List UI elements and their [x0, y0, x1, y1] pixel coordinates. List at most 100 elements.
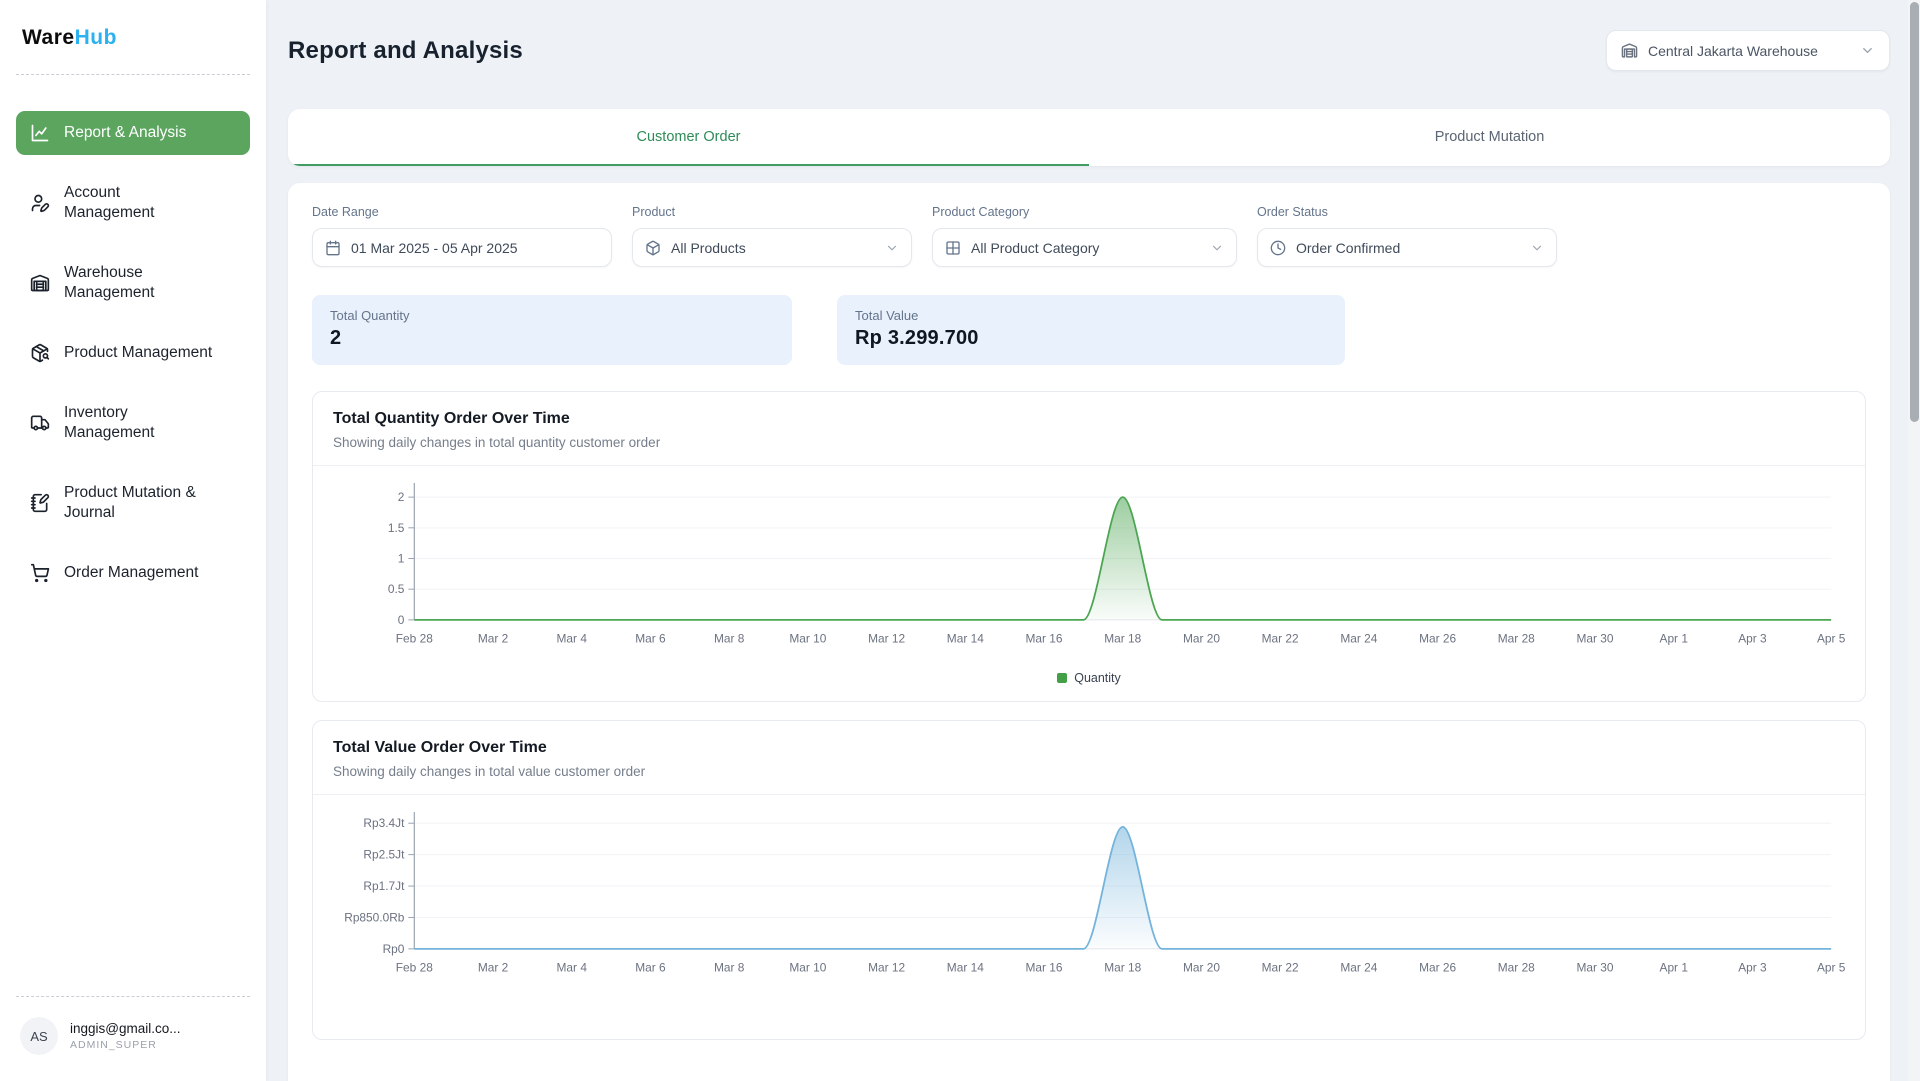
calendar-icon: [325, 240, 341, 256]
chart-subtitle: Showing daily changes in total value cus…: [333, 764, 1845, 779]
logo-ware: Ware: [22, 26, 75, 49]
page-header: Report and Analysis Central Jakarta Ware…: [288, 30, 1890, 71]
warehouse-icon: [30, 273, 50, 293]
svg-text:Mar 4: Mar 4: [557, 960, 588, 974]
chevron-down-icon: [1860, 43, 1875, 58]
sidebar: WareHub Report & Analysis Account Manage…: [0, 0, 266, 1081]
svg-text:Apr 5: Apr 5: [1817, 960, 1846, 974]
sidebar-item-label: Order Management: [64, 563, 198, 583]
sidebar-item-warehouse-management[interactable]: Warehouse Management: [16, 251, 250, 315]
chart-plot-area: Rp0Rp850.0RbRp1.7JtRp2.5JtRp3.4JtFeb 28M…: [313, 795, 1865, 986]
chart-subtitle: Showing daily changes in total quantity …: [333, 435, 1845, 450]
user-profile[interactable]: AS inggis@gmail.co... ADMIN_SUPER: [16, 997, 250, 1063]
chart-header: Total Value Order Over Time Showing dail…: [313, 721, 1865, 795]
main-content: Report and Analysis Central Jakarta Ware…: [266, 0, 1920, 1081]
product-select[interactable]: All Products: [632, 228, 912, 267]
sidebar-item-label: Report & Analysis: [64, 123, 186, 143]
svg-text:Mar 18: Mar 18: [1104, 960, 1141, 974]
svg-text:Mar 12: Mar 12: [868, 632, 905, 646]
chevron-down-icon: [1530, 241, 1544, 255]
sidebar-item-order-management[interactable]: Order Management: [16, 551, 250, 595]
svg-text:Rp2.5Jt: Rp2.5Jt: [363, 847, 405, 861]
package-icon: [645, 240, 661, 256]
svg-text:Mar 20: Mar 20: [1183, 960, 1220, 974]
svg-text:Mar 8: Mar 8: [714, 960, 745, 974]
stats-row: Total Quantity 2 Total Value Rp 3.299.70…: [312, 295, 1866, 365]
svg-text:Apr 1: Apr 1: [1660, 960, 1689, 974]
scrollbar-thumb[interactable]: [1910, 2, 1919, 422]
chart-plot-area: 00.511.52Feb 28Mar 2Mar 4Mar 6Mar 8Mar 1…: [313, 466, 1865, 657]
sidebar-item-label: Product Mutation & Journal: [64, 483, 196, 523]
svg-text:1.5: 1.5: [388, 521, 405, 535]
grid-icon: [945, 240, 961, 256]
svg-text:0.5: 0.5: [388, 582, 405, 596]
chart-title: Total Value Order Over Time: [333, 739, 1845, 757]
tab-customer-order[interactable]: Customer Order: [288, 109, 1089, 166]
user-role: ADMIN_SUPER: [70, 1039, 181, 1051]
sidebar-item-account-management[interactable]: Account Management: [16, 171, 250, 235]
value-chart: Rp0Rp850.0RbRp1.7JtRp2.5JtRp3.4JtFeb 28M…: [319, 807, 1859, 986]
chevron-down-icon: [1210, 241, 1224, 255]
svg-text:Mar 4: Mar 4: [557, 632, 588, 646]
chart-header: Total Quantity Order Over Time Showing d…: [313, 392, 1865, 466]
user-pen-icon: [30, 193, 50, 213]
product-select-value: All Products: [671, 240, 875, 256]
svg-text:Mar 14: Mar 14: [947, 960, 984, 974]
stat-label: Total Quantity: [330, 308, 774, 323]
svg-text:Mar 6: Mar 6: [635, 632, 666, 646]
product-category-value: All Product Category: [971, 240, 1200, 256]
svg-text:Mar 22: Mar 22: [1262, 960, 1299, 974]
sidebar-item-product-mutation-journal[interactable]: Product Mutation & Journal: [16, 471, 250, 535]
svg-text:Mar 2: Mar 2: [478, 960, 509, 974]
sidebar-item-label: Product Management: [64, 343, 212, 363]
line-chart-icon: [30, 123, 50, 143]
page-title: Report and Analysis: [288, 37, 523, 65]
svg-text:Mar 28: Mar 28: [1498, 960, 1535, 974]
sidebar-item-inventory-management[interactable]: Inventory Management: [16, 391, 250, 455]
svg-text:Mar 16: Mar 16: [1026, 960, 1063, 974]
total-value-value: Rp 3.299.700: [855, 327, 1327, 350]
chart-legend: Quantity: [313, 657, 1865, 701]
sidebar-nav: Report & Analysis Account Management War…: [16, 111, 250, 595]
sidebar-top-divider: [16, 74, 250, 75]
order-status-select[interactable]: Order Confirmed: [1257, 228, 1557, 267]
svg-text:Rp1.7Jt: Rp1.7Jt: [363, 879, 405, 893]
svg-text:Mar 24: Mar 24: [1340, 632, 1377, 646]
tab-product-mutation[interactable]: Product Mutation: [1089, 109, 1890, 166]
report-panel: Date Range 01 Mar 2025 - 05 Apr 2025 Pro…: [288, 183, 1890, 1081]
product-category-select[interactable]: All Product Category: [932, 228, 1237, 267]
svg-text:Rp3.4Jt: Rp3.4Jt: [363, 816, 405, 830]
sidebar-item-label: Warehouse Management: [64, 263, 154, 303]
svg-text:Mar 6: Mar 6: [635, 960, 666, 974]
warehouse-selector[interactable]: Central Jakarta Warehouse: [1606, 30, 1890, 71]
svg-text:0: 0: [398, 613, 405, 627]
date-range-value: 01 Mar 2025 - 05 Apr 2025: [351, 240, 599, 256]
svg-text:Mar 10: Mar 10: [789, 960, 826, 974]
sidebar-footer: AS inggis@gmail.co... ADMIN_SUPER: [16, 972, 250, 1063]
svg-text:Mar 28: Mar 28: [1498, 632, 1535, 646]
legend-swatch-quantity: [1057, 673, 1067, 683]
chart-title: Total Quantity Order Over Time: [333, 410, 1845, 428]
svg-text:1: 1: [398, 551, 405, 565]
logo-hub: Hub: [75, 26, 117, 49]
svg-text:Mar 18: Mar 18: [1104, 632, 1141, 646]
date-range-input[interactable]: 01 Mar 2025 - 05 Apr 2025: [312, 228, 612, 267]
svg-text:Mar 30: Mar 30: [1577, 632, 1614, 646]
svg-text:Apr 3: Apr 3: [1738, 632, 1767, 646]
svg-text:Apr 5: Apr 5: [1817, 632, 1846, 646]
svg-text:Mar 30: Mar 30: [1577, 960, 1614, 974]
filter-order-status: Order Status Order Confirmed: [1257, 205, 1557, 267]
filter-label: Product: [632, 205, 912, 219]
svg-text:Mar 14: Mar 14: [947, 632, 984, 646]
svg-text:Mar 24: Mar 24: [1340, 960, 1377, 974]
legend-label-quantity: Quantity: [1074, 671, 1121, 685]
tabbar: Customer Order Product Mutation: [288, 109, 1890, 166]
user-email: inggis@gmail.co...: [70, 1021, 181, 1036]
filter-product: Product All Products: [632, 205, 912, 267]
svg-text:Feb 28: Feb 28: [396, 960, 433, 974]
order-status-value: Order Confirmed: [1296, 240, 1520, 256]
sidebar-item-product-management[interactable]: Product Management: [16, 331, 250, 375]
sidebar-item-label: Account Management: [64, 183, 154, 223]
avatar: AS: [20, 1017, 58, 1055]
sidebar-item-report-analysis[interactable]: Report & Analysis: [16, 111, 250, 155]
